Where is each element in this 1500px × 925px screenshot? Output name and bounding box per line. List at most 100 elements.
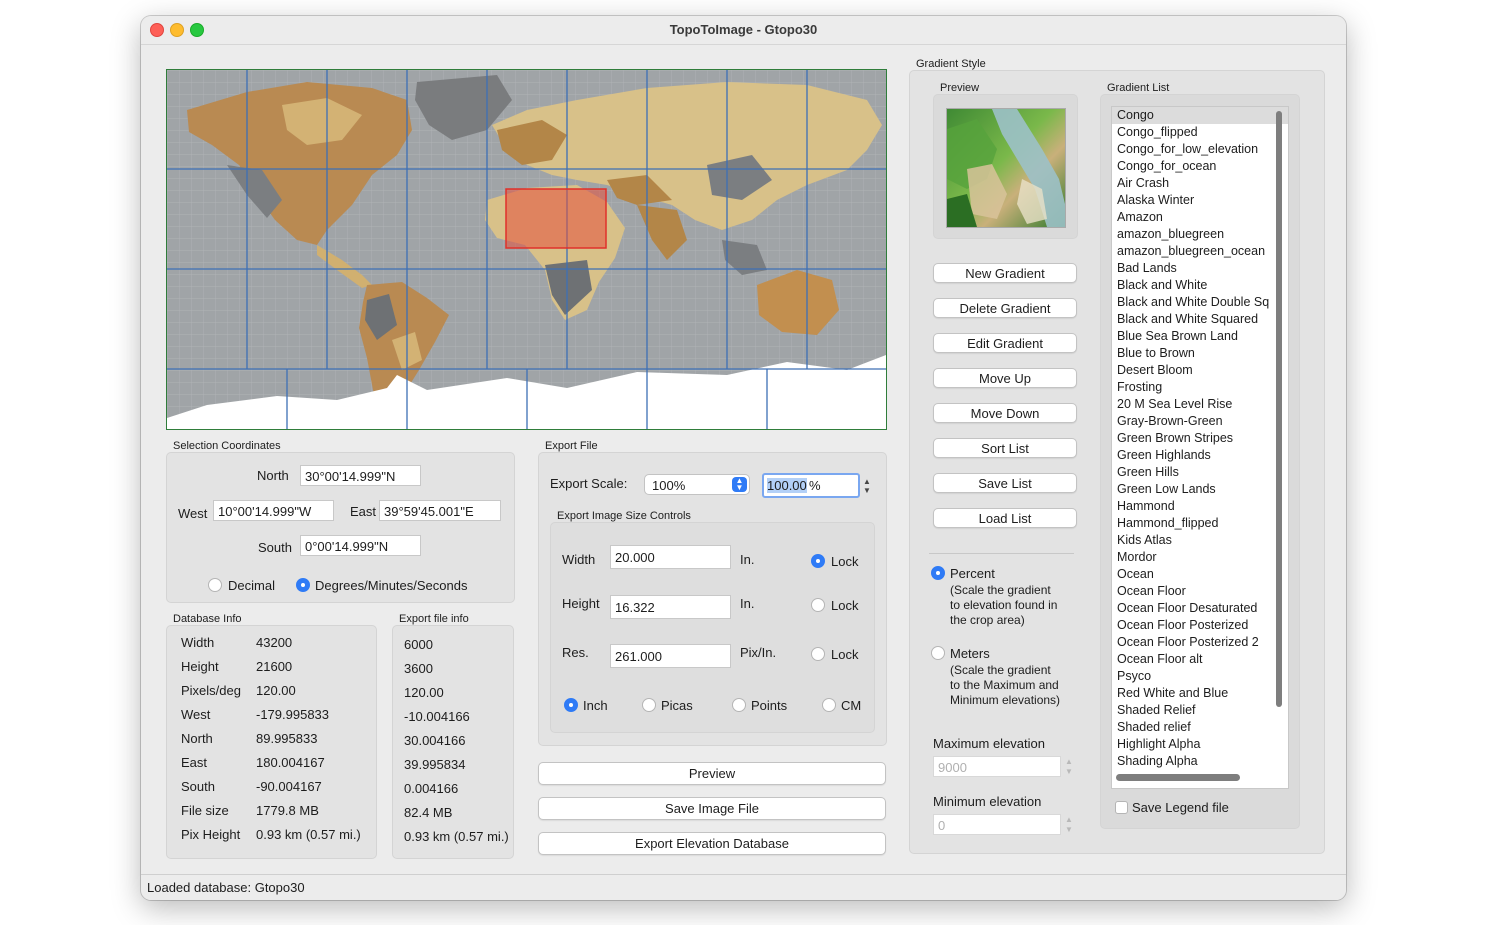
min-elevation-field[interactable]: 0 — [933, 814, 1061, 835]
meters-radio[interactable] — [931, 646, 945, 660]
decimal-radio[interactable] — [208, 578, 222, 592]
save-image-file-button[interactable]: Save Image File — [538, 797, 886, 820]
dms-radio[interactable] — [296, 578, 310, 592]
res-lock-radio[interactable] — [811, 647, 825, 661]
gradient-list-item[interactable]: Green Brown Stripes — [1112, 430, 1288, 447]
max-elevation-stepper[interactable]: ▲ ▼ — [1064, 757, 1074, 777]
gradient-list-item[interactable]: Shaded Relief — [1112, 702, 1288, 719]
selection-coordinates-label: Selection Coordinates — [173, 440, 281, 452]
delete-gradient-button[interactable]: Delete Gradient — [933, 298, 1077, 318]
max-elevation-field[interactable]: 9000 — [933, 756, 1061, 777]
gradient-list-item[interactable]: Hammond_flipped — [1112, 515, 1288, 532]
meters-desc-line: (Scale the gradient — [950, 663, 1051, 677]
gradient-list-item[interactable]: Shading Alpha — [1112, 753, 1288, 770]
gradient-list-item[interactable]: Mordor — [1112, 549, 1288, 566]
res-field[interactable]: 261.000 — [610, 644, 731, 668]
width-lock-radio[interactable] — [811, 554, 825, 568]
save-legend-checkbox[interactable] — [1115, 801, 1128, 814]
points-radio[interactable] — [732, 698, 746, 712]
gradient-list-item[interactable]: amazon_bluegreen — [1112, 226, 1288, 243]
gradient-list-item[interactable]: Highlight Alpha — [1112, 736, 1288, 753]
height-lock-radio[interactable] — [811, 598, 825, 612]
gradient-list-item[interactable]: Kids Atlas — [1112, 532, 1288, 549]
height-field[interactable]: 16.322 — [610, 595, 731, 619]
gradient-list-item[interactable]: Ocean Floor Posterized — [1112, 617, 1288, 634]
gradient-list-item[interactable]: Ocean Floor Desaturated — [1112, 600, 1288, 617]
gradient-list-item[interactable]: Green Highlands — [1112, 447, 1288, 464]
db-info-value: 89.995833 — [256, 731, 318, 746]
gradient-list-item[interactable]: Bad Lands — [1112, 260, 1288, 277]
gradient-list-item[interactable]: Amazon — [1112, 209, 1288, 226]
world-map[interactable] — [166, 69, 887, 430]
gradient-list-item[interactable]: Green Low Lands — [1112, 481, 1288, 498]
sort-list-button[interactable]: Sort List — [933, 438, 1077, 458]
export-info-value: 0.004166 — [404, 781, 459, 796]
gradient-list-item[interactable]: Psyco — [1112, 668, 1288, 685]
gradient-list-item[interactable]: Congo_flipped — [1112, 124, 1288, 141]
gradient-list-item[interactable]: Red White and Blue — [1112, 685, 1288, 702]
load-list-button[interactable]: Load List — [933, 508, 1077, 528]
save-list-button[interactable]: Save List — [933, 473, 1077, 493]
vertical-scrollbar[interactable] — [1276, 111, 1282, 707]
gradient-list-label: Gradient List — [1107, 82, 1170, 94]
export-scale-field-selected-text: 100.00 — [767, 478, 807, 493]
gradient-list-item[interactable]: Ocean — [1112, 566, 1288, 583]
percent-radio[interactable] — [931, 566, 945, 580]
export-scale-field[interactable]: 100.00 % — [762, 473, 860, 498]
gradient-list-item[interactable]: Green Hills — [1112, 464, 1288, 481]
gradient-list-item[interactable]: Ocean Floor alt — [1112, 651, 1288, 668]
gradient-list-item[interactable]: Gray-Brown-Green — [1112, 413, 1288, 430]
gradient-list-item[interactable]: Alaska Winter — [1112, 192, 1288, 209]
move-down-button[interactable]: Move Down — [933, 403, 1077, 423]
min-elevation-stepper[interactable]: ▲ ▼ — [1064, 815, 1074, 835]
db-info-key: North — [181, 731, 213, 746]
export-scale-field-text: % — [809, 478, 821, 493]
gradient-list-item[interactable]: Frosting — [1112, 379, 1288, 396]
gradient-preview-label: Preview — [940, 82, 980, 94]
inch-radio[interactable] — [564, 698, 578, 712]
west-field[interactable]: 10°00'14.999"W — [213, 500, 334, 521]
gradient-list-item[interactable]: Air Crash — [1112, 175, 1288, 192]
decimal-label: Decimal — [228, 578, 275, 593]
gradient-list-item[interactable]: Shaded relief — [1112, 719, 1288, 736]
cm-radio[interactable] — [822, 698, 836, 712]
gradient-list-item[interactable]: Congo_for_ocean — [1112, 158, 1288, 175]
preview-button[interactable]: Preview — [538, 762, 886, 785]
horizontal-scrollbar[interactable] — [1116, 774, 1240, 781]
gradient-list-item[interactable]: Desert Bloom — [1112, 362, 1288, 379]
gradient-list-item[interactable]: amazon_bluegreen_ocean — [1112, 243, 1288, 260]
gradient-list-item[interactable]: Black and White Squared — [1112, 311, 1288, 328]
new-gradient-button[interactable]: New Gradient — [933, 263, 1077, 283]
north-field[interactable]: 30°00'14.999"N — [300, 465, 421, 486]
south-field[interactable]: 0°00'14.999"N — [300, 535, 421, 556]
divider — [929, 553, 1074, 554]
gradient-list-item[interactable]: Ocean Floor Posterized 2 — [1112, 634, 1288, 651]
db-info-value: 180.004167 — [256, 755, 325, 770]
gradient-list-item[interactable]: Black and White — [1112, 277, 1288, 294]
width-lock-label: Lock — [831, 554, 859, 569]
gradient-list-item[interactable]: Hammond — [1112, 498, 1288, 515]
gradient-list[interactable]: Congo Congo_flipped Congo_for_low_elevatio… — [1111, 106, 1289, 789]
gradient-list-item[interactable]: Blue Sea Brown Land — [1112, 328, 1288, 345]
gradient-list-item[interactable]: Congo_for_low_elevation — [1112, 141, 1288, 158]
export-scale-label: Export Scale: — [550, 476, 628, 491]
export-info-value: 6000 — [404, 637, 433, 652]
export-elevation-database-button[interactable]: Export Elevation Database — [538, 832, 886, 855]
db-info-key: Pixels/deg — [181, 683, 241, 698]
gradient-list-item[interactable]: Ocean Floor — [1112, 583, 1288, 600]
gradient-list-item[interactable]: Blue to Brown — [1112, 345, 1288, 362]
selection-rectangle[interactable] — [505, 188, 607, 249]
width-field[interactable]: 20.000 — [610, 545, 731, 569]
edit-gradient-button[interactable]: Edit Gradient — [933, 333, 1077, 353]
export-scale-select[interactable]: 100% ▲ ▼ — [644, 474, 750, 495]
width-unit-label: In. — [740, 552, 755, 567]
gradient-list-item[interactable]: Congo — [1112, 107, 1288, 124]
db-info-key: East — [181, 755, 208, 770]
east-field[interactable]: 39°59'45.001"E — [379, 500, 501, 521]
export-scale-stepper[interactable]: ▲ ▼ — [862, 477, 872, 496]
points-label: Points — [751, 698, 788, 713]
move-up-button[interactable]: Move Up — [933, 368, 1077, 388]
gradient-list-item[interactable]: Black and White Double Sq — [1112, 294, 1288, 311]
picas-radio[interactable] — [642, 698, 656, 712]
gradient-list-item[interactable]: 20 M Sea Level Rise — [1112, 396, 1288, 413]
